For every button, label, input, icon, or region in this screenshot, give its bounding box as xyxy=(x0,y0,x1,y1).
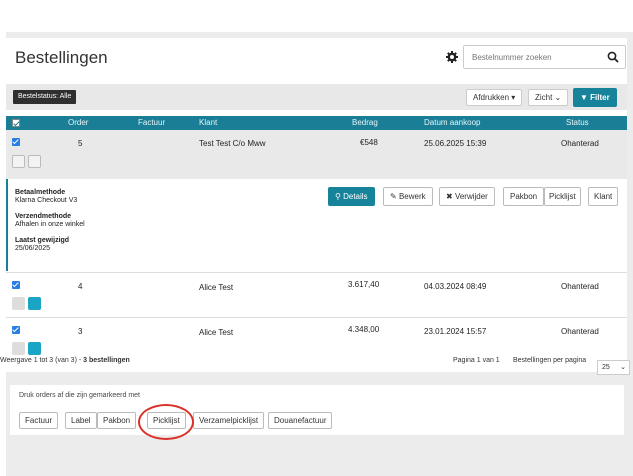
row-order: 4 xyxy=(78,282,83,291)
close-icon: ✖ xyxy=(446,192,453,201)
invoice-status-icon[interactable] xyxy=(12,155,25,168)
page-info: Pagina 1 van 1 xyxy=(453,357,500,364)
row-checkbox[interactable] xyxy=(12,281,20,289)
klant-button[interactable]: Klant xyxy=(588,187,619,206)
table-row[interactable]: 3 Alice Test 4.348,00 23.01.2024 15:57 O… xyxy=(6,317,627,362)
per-page-value: 25 xyxy=(602,364,610,371)
row-checkbox[interactable] xyxy=(12,138,20,146)
details-button[interactable]: ⚲ Details xyxy=(328,187,375,206)
delete-button[interactable]: ✖ Verwijder xyxy=(439,187,495,206)
print-marked-orders-card: Druk orders af die zijn gemarkeerd met F… xyxy=(10,385,624,435)
column-datum[interactable]: Datum aankoop xyxy=(424,116,480,130)
print-douanefactuur-button[interactable]: Douanefactuur xyxy=(268,412,333,429)
row-checkbox[interactable] xyxy=(12,326,20,334)
filter-icon: ▼ xyxy=(580,93,588,102)
edit-label: Bewerk xyxy=(398,192,426,201)
row-status: Ohanterad xyxy=(561,139,599,148)
row-datum: 04.03.2024 08:49 xyxy=(424,282,487,291)
column-status[interactable]: Status xyxy=(566,116,589,130)
row-klant[interactable]: Alice Test xyxy=(199,283,233,292)
page-title: Bestellingen xyxy=(15,48,108,67)
shipping-method-label: Verzendmethode xyxy=(15,213,72,220)
shipping-status-icon[interactable] xyxy=(28,342,41,355)
view-dropdown-button[interactable]: Zicht ⌄ xyxy=(528,89,569,106)
picklijst-button[interactable]: Picklijst xyxy=(544,187,581,206)
payment-method-label: Betaalmethode xyxy=(15,189,66,196)
row-bedrag: 3.617,40 xyxy=(348,280,380,289)
row-klant[interactable]: Alice Test xyxy=(199,328,233,337)
row-order: 5 xyxy=(78,139,83,148)
print-dropdown-button[interactable]: Afdrukken ▾ xyxy=(466,89,523,106)
search-input[interactable] xyxy=(464,46,602,68)
column-factuur[interactable]: Factuur xyxy=(138,116,165,130)
shipping-status-icon[interactable] xyxy=(28,155,41,168)
pencil-icon: ✎ xyxy=(390,192,397,201)
results-summary-prefix: Weergave 1 tot 3 (van 3) - xyxy=(0,357,84,364)
chevron-down-icon: ⌄ xyxy=(620,364,626,371)
row-klant[interactable]: Test Test C/o Mww xyxy=(199,139,266,148)
delete-label: Verwijder xyxy=(454,192,488,201)
orders-card: Bestellingen Bestelstatus: Alle Afdrukke… xyxy=(6,38,627,372)
print-factuur-button[interactable]: Factuur xyxy=(19,412,59,429)
row-status: Ohanterad xyxy=(561,327,599,336)
last-modified-label: Laatst gewijzigd xyxy=(15,237,70,244)
select-all-checkbox[interactable] xyxy=(12,119,20,127)
table-row[interactable]: 5 Test Test C/o Mww €548 25.06.2025 15:3… xyxy=(6,130,627,179)
row-status: Ohanterad xyxy=(561,282,599,291)
results-summary-count: 3 bestellingen xyxy=(83,357,130,364)
row-datum: 23.01.2024 15:57 xyxy=(424,327,487,336)
order-details-panel: Betaalmethode Klarna Checkout V3 Verzend… xyxy=(6,179,627,271)
per-page-label: Bestellingen per pagina xyxy=(513,357,587,364)
row-bedrag: 4.348,00 xyxy=(348,325,380,334)
per-page-select[interactable]: 25 ⌄ xyxy=(597,360,630,375)
row-order: 3 xyxy=(78,327,83,336)
gear-icon[interactable] xyxy=(446,51,458,63)
shipping-method-value: Afhalen in onze winkel xyxy=(15,221,85,228)
row-datum: 25.06.2025 15:39 xyxy=(424,139,487,148)
top-whitespace xyxy=(0,0,633,32)
row-bedrag: €548 xyxy=(360,138,378,147)
print-label-button[interactable]: Label xyxy=(65,412,97,429)
print-pakbon-button[interactable]: Pakbon xyxy=(97,412,137,429)
details-label: Details xyxy=(343,192,368,201)
print-verzamelpicklijst-button[interactable]: Verzamelpicklijst xyxy=(193,412,265,429)
invoice-status-icon[interactable] xyxy=(12,297,25,310)
shipping-status-icon[interactable] xyxy=(28,297,41,310)
last-modified-value: 25/06/2025 xyxy=(15,245,51,252)
table-header: Order Factuur Klant Bedrag Datum aankoop… xyxy=(6,116,627,130)
table-row[interactable]: 4 Alice Test 3.617,40 04.03.2024 08:49 O… xyxy=(6,272,627,317)
search-icon: ⚲ xyxy=(335,192,341,201)
filter-button[interactable]: ▼ Filter xyxy=(573,88,617,107)
print-picklijst-button[interactable]: Picklijst xyxy=(147,412,186,429)
edit-button[interactable]: ✎ Bewerk xyxy=(383,187,433,206)
column-klant[interactable]: Klant xyxy=(199,116,217,130)
search-icon[interactable] xyxy=(607,51,619,63)
results-summary: Weergave 1 tot 3 (van 3) - 3 bestellinge… xyxy=(0,357,130,364)
print-marked-label: Druk orders af die zijn gemarkeerd met xyxy=(19,392,140,399)
filter-label: Filter xyxy=(590,93,610,102)
payment-method-value: Klarna Checkout V3 xyxy=(15,197,78,204)
card-header: Bestellingen xyxy=(6,38,627,80)
column-order[interactable]: Order xyxy=(68,116,88,130)
search-box xyxy=(463,45,626,69)
column-bedrag[interactable]: Bedrag xyxy=(352,116,378,130)
invoice-status-icon[interactable] xyxy=(12,342,25,355)
pakbon-button[interactable]: Pakbon xyxy=(503,187,545,206)
order-status-filter-button[interactable]: Bestelstatus: Alle xyxy=(13,90,77,104)
toolbar: Bestelstatus: Alle Afdrukken ▾ Zicht ⌄ ▼… xyxy=(6,84,627,110)
